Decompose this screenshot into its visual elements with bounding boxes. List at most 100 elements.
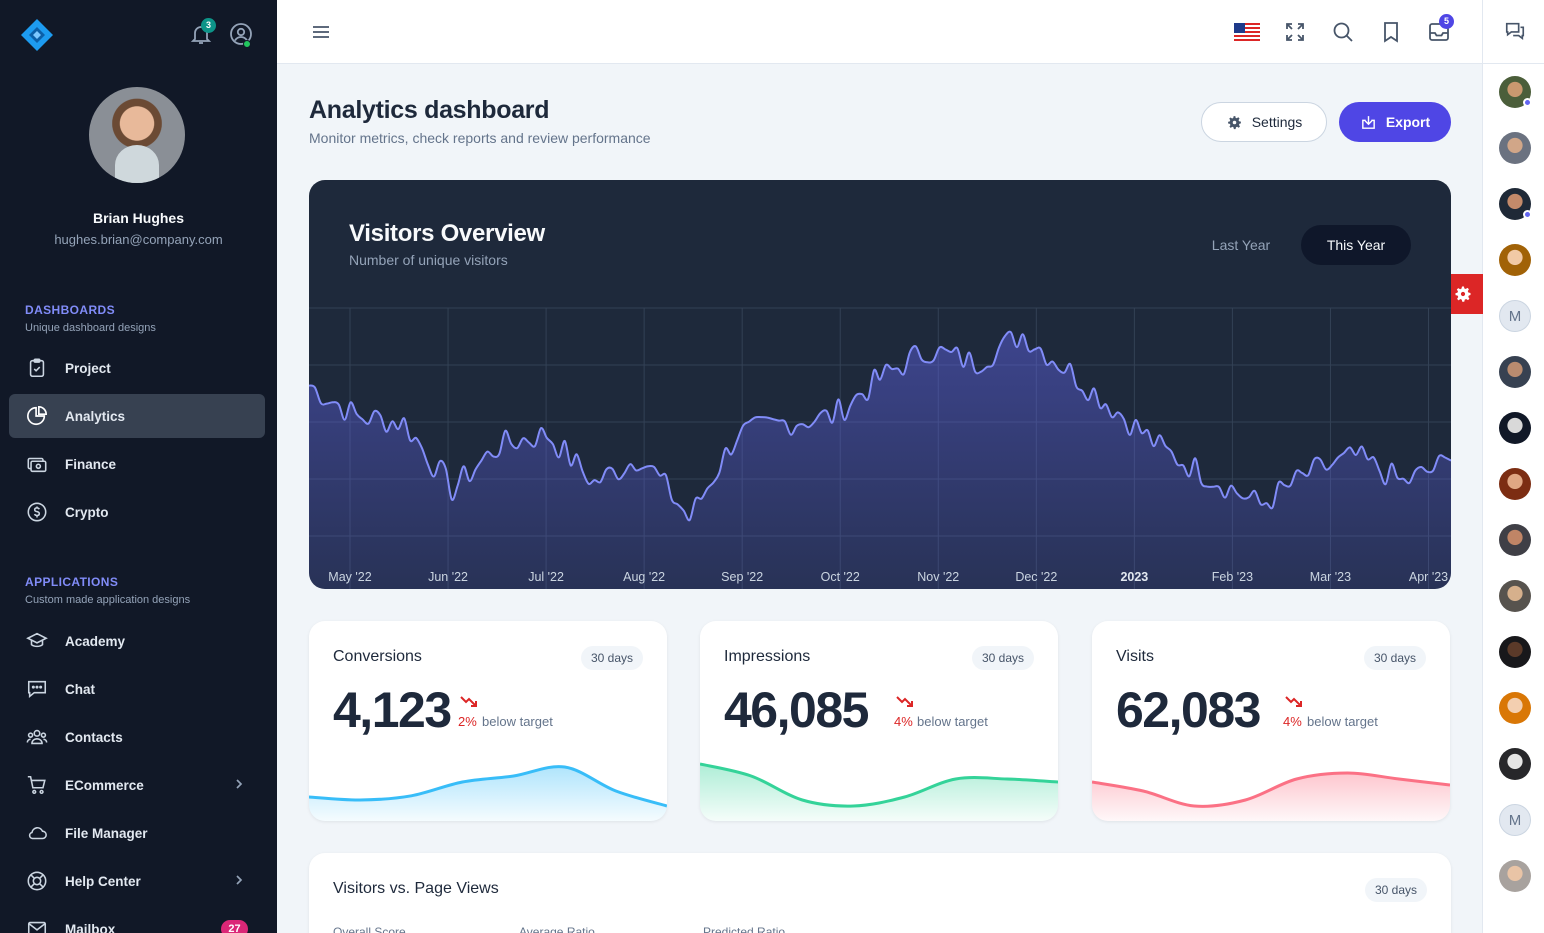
contact-avatar[interactable] xyxy=(1499,356,1531,388)
x-tick-label: 2023 xyxy=(1120,570,1148,584)
kpi-value: 4,123 xyxy=(333,682,452,738)
sidebar-item-ecommerce[interactable]: ECommerce xyxy=(9,763,265,807)
user-group-icon xyxy=(26,729,48,745)
kpi-note: below target xyxy=(482,714,553,729)
sidebar-item-analytics[interactable]: Analytics xyxy=(9,394,265,438)
tab-this-year[interactable]: This Year xyxy=(1301,225,1411,265)
sidebar-item-label: Analytics xyxy=(65,408,126,424)
stat-label-average-ratio: Average Ratio xyxy=(519,925,595,933)
card-title: Visitors vs. Page Views xyxy=(333,880,499,897)
visitors-overview-card: Visitors Overview Number of unique visit… xyxy=(309,180,1451,589)
us-flag-icon[interactable] xyxy=(1234,22,1260,42)
contact-avatar[interactable] xyxy=(1499,860,1531,892)
sidebar-item-academy[interactable]: Academy xyxy=(9,619,265,663)
sidebar-item-label: Mailbox xyxy=(65,921,116,933)
chevron-right-icon[interactable] xyxy=(233,874,245,886)
sidebar-item-chat[interactable]: Chat xyxy=(9,667,265,711)
impressions-sparkline xyxy=(700,762,1058,821)
contact-avatar[interactable] xyxy=(1499,748,1531,780)
sidebar-item-mailbox[interactable]: Mailbox 27 xyxy=(9,907,265,933)
contact-avatar[interactable] xyxy=(1499,244,1531,276)
tab-last-year[interactable]: Last Year xyxy=(1189,225,1293,265)
user-name: Brian Hughes xyxy=(92,210,184,226)
kpi-percent: 4% xyxy=(1283,714,1302,729)
online-status-dot xyxy=(1523,210,1532,219)
contact-avatar[interactable] xyxy=(1499,636,1531,668)
period-badge[interactable]: 30 days xyxy=(1363,646,1426,670)
contact-avatar[interactable] xyxy=(1499,692,1531,724)
settings-button[interactable]: Settings xyxy=(1201,102,1327,142)
currency-dollar-icon xyxy=(27,502,47,522)
section-title-dashboards: DASHBOARDS xyxy=(25,303,116,317)
trend-down-icon xyxy=(460,696,477,707)
contact-avatar-initial[interactable]: M xyxy=(1499,300,1531,332)
x-tick-label: Oct '22 xyxy=(821,570,860,584)
x-tick-label: Apr '23 xyxy=(1409,570,1448,584)
x-tick-label: Jul '22 xyxy=(528,570,564,584)
x-tick-label: Aug '22 xyxy=(623,570,665,584)
inbox-count-badge: 5 xyxy=(1439,14,1454,29)
logo-icon[interactable] xyxy=(20,18,54,52)
sidebar-item-label: ECommerce xyxy=(65,777,144,793)
visits-sparkline xyxy=(1092,771,1450,821)
kpi-percent: 2% xyxy=(458,714,477,729)
sidebar-item-label: Chat xyxy=(65,681,95,697)
sidebar-item-help-center[interactable]: Help Center xyxy=(9,859,265,903)
contact-avatar[interactable] xyxy=(1499,524,1531,556)
sidebar-item-crypto[interactable]: Crypto xyxy=(9,490,265,534)
sidebar-item-label: Finance xyxy=(65,456,117,472)
kpi-value: 46,085 xyxy=(724,682,869,738)
menu-icon[interactable] xyxy=(309,20,333,44)
top-bar: 5 xyxy=(277,0,1482,64)
sparkline-area xyxy=(700,764,1058,821)
settings-button-label: Settings xyxy=(1251,114,1303,130)
contact-avatar[interactable] xyxy=(1499,412,1531,444)
chat-bubbles-icon[interactable] xyxy=(1504,20,1526,42)
contact-avatar-initial[interactable]: M xyxy=(1499,804,1531,836)
sparkline-area xyxy=(309,766,667,821)
clipboard-check-icon xyxy=(29,358,45,378)
section-subtitle-applications: Custom made application designs xyxy=(25,594,191,606)
x-tick-label: Feb '23 xyxy=(1212,570,1253,584)
contact-avatar[interactable] xyxy=(1499,468,1531,500)
online-status-dot xyxy=(243,40,251,48)
kpi-title: Visits xyxy=(1116,648,1154,665)
online-status-dot xyxy=(1523,98,1532,107)
sidebar-item-label: File Manager xyxy=(65,825,148,841)
contact-avatar[interactable] xyxy=(1499,580,1531,612)
section-subtitle-dashboards: Unique dashboard designs xyxy=(25,322,156,334)
x-tick-label: Dec '22 xyxy=(1015,570,1057,584)
sidebar-item-label: Project xyxy=(65,360,111,376)
stat-label-predicted-ratio: Predicted Ratio xyxy=(703,925,786,933)
chevron-right-icon[interactable] xyxy=(233,778,245,790)
sidebar-item-contacts[interactable]: Contacts xyxy=(9,715,265,759)
sidebar-item-finance[interactable]: Finance xyxy=(9,442,265,486)
impressions-card: Impressions 30 days 46,085 4% below targ… xyxy=(700,621,1058,821)
rail-divider xyxy=(1483,63,1544,64)
period-badge[interactable]: 30 days xyxy=(971,646,1034,670)
user-avatar[interactable] xyxy=(89,87,185,183)
sidebar-item-file-manager[interactable]: File Manager xyxy=(9,811,265,855)
period-badge[interactable]: 30 days xyxy=(580,646,643,670)
visitors-subtitle: Number of unique visitors xyxy=(349,252,508,268)
conversions-sparkline xyxy=(309,765,667,821)
period-badge[interactable]: 30 days xyxy=(1364,878,1427,902)
kpi-title: Impressions xyxy=(724,648,811,665)
sidebar-item-label: Crypto xyxy=(65,504,109,520)
x-tick-label: Nov '22 xyxy=(917,570,959,584)
fullscreen-icon[interactable] xyxy=(1283,20,1307,44)
support-icon xyxy=(27,871,47,891)
chart-pie-icon xyxy=(27,406,47,426)
trend-down-icon xyxy=(1285,696,1302,707)
export-button[interactable]: Export xyxy=(1339,102,1451,142)
gear-icon xyxy=(1227,115,1241,129)
sidebar: 3 Brian Hughes hughes.brian@company.com … xyxy=(0,0,277,933)
search-icon[interactable] xyxy=(1331,20,1355,44)
contact-avatar[interactable] xyxy=(1499,132,1531,164)
bookmark-icon[interactable] xyxy=(1379,20,1403,44)
kpi-value: 62,083 xyxy=(1116,682,1261,738)
sidebar-item-project[interactable]: Project xyxy=(9,346,265,390)
cloud-icon xyxy=(28,827,47,840)
shopping-cart-icon xyxy=(27,775,46,795)
export-button-label: Export xyxy=(1385,114,1431,130)
